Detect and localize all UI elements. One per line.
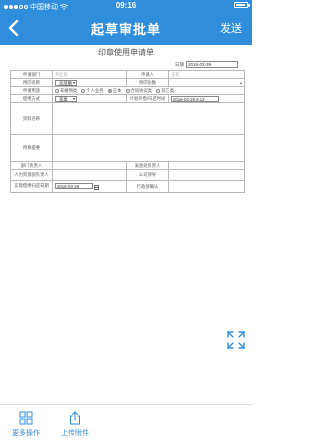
office-head-label: 发放处负责人 bbox=[126, 161, 169, 170]
seal-name-label: 用印名称 bbox=[10, 78, 53, 87]
form-title: 印章使用申请单 bbox=[98, 48, 154, 57]
applicant-label: 申请人 bbox=[126, 70, 169, 79]
return-date-field[interactable]: 2016-03-29 bbox=[55, 183, 93, 190]
purpose-radio-1[interactable]: 个人业务 bbox=[81, 88, 104, 94]
expand-icon[interactable] bbox=[226, 330, 246, 350]
dept-head-label: 部门负责人 bbox=[10, 161, 53, 170]
plan-time-label: 计划外借/归还时间 bbox=[126, 94, 169, 103]
date-label: 日期 bbox=[175, 61, 184, 67]
purpose-radio-0[interactable]: 非婚佣类 bbox=[55, 88, 77, 94]
company-leader-value bbox=[168, 169, 245, 181]
usage-select[interactable]: 盖章 bbox=[55, 95, 77, 102]
purpose-radio-3[interactable]: 合同协议类 bbox=[125, 88, 152, 94]
apply-dept-label: 申请部门 bbox=[10, 70, 53, 79]
plan-time-field[interactable]: 2016-03-29 9:13 bbox=[171, 95, 219, 102]
more-actions-button[interactable]: 更多操作 bbox=[3, 411, 49, 438]
hr-head-value bbox=[52, 169, 127, 181]
purpose-label: 申请用途 bbox=[10, 86, 53, 95]
purpose-radio-4[interactable]: 其它类 bbox=[156, 88, 174, 94]
apply-dept-value[interactable]: 外区处 bbox=[52, 70, 127, 79]
copies-stepper[interactable]: ▴ bbox=[168, 78, 245, 87]
clock: 09:16 bbox=[115, 1, 137, 10]
status-bar: 中国移动 09:16 bbox=[0, 0, 252, 12]
stepper-arrow-icon[interactable]: ▴ bbox=[240, 80, 242, 85]
date-field[interactable]: 2016-03-29 bbox=[186, 61, 238, 68]
copies-label: 用印份数 bbox=[126, 78, 169, 87]
page-title: 起草审批单 bbox=[90, 22, 161, 37]
grid-icon bbox=[19, 411, 33, 425]
bottom-toolbar: 更多操作 上传附件 bbox=[0, 404, 252, 446]
hr-head-label: 人力资源部负责人 bbox=[10, 169, 53, 181]
admin-confirm-label: 行政部确认 bbox=[126, 180, 169, 193]
send-button[interactable]: 发送 bbox=[220, 20, 242, 36]
seal-name-select[interactable]: 总部圈 bbox=[55, 79, 77, 86]
purpose-radio-group: 非婚佣类 个人业务 正本 合同协议类 其它类 bbox=[52, 86, 245, 95]
dept-head-value bbox=[52, 161, 127, 170]
company-leader-label: 公司领导 bbox=[126, 169, 169, 181]
date-row: 日期 2016-03-29 bbox=[175, 61, 238, 68]
upload-attachment-label: 上传附件 bbox=[61, 430, 89, 437]
seal-application-form: 申请部门 外区处 申请人 王军 用印名称 总部圈 用印份数 ▴ 申请用途 非婚佣… bbox=[10, 70, 245, 193]
nav-bar: 起草审批单 发送 bbox=[0, 12, 252, 45]
notes-textarea[interactable] bbox=[52, 134, 245, 162]
materials-label: 资料名称 bbox=[10, 102, 53, 135]
usage-label: 使用方式 bbox=[10, 94, 53, 103]
notes-label: 用章提要 bbox=[10, 134, 53, 162]
radio-selected-icon[interactable] bbox=[107, 88, 112, 93]
upload-icon bbox=[70, 411, 80, 425]
applicant-value[interactable]: 王军 bbox=[168, 70, 245, 79]
radio-icon[interactable] bbox=[81, 88, 86, 93]
radio-icon[interactable] bbox=[55, 88, 59, 93]
radio-icon[interactable] bbox=[156, 88, 161, 93]
more-actions-label: 更多操作 bbox=[12, 430, 40, 437]
materials-textarea[interactable] bbox=[52, 102, 245, 135]
calendar-icon[interactable] bbox=[94, 184, 99, 190]
admin-confirm-value bbox=[168, 180, 245, 193]
battery-icon bbox=[234, 2, 250, 8]
upload-attachment-button[interactable]: 上传附件 bbox=[52, 411, 98, 438]
purpose-radio-2[interactable]: 正本 bbox=[107, 88, 121, 94]
office-head-value bbox=[168, 161, 245, 170]
radio-icon[interactable] bbox=[125, 88, 130, 93]
return-date-label: 实际借用归还日期 bbox=[10, 180, 53, 193]
